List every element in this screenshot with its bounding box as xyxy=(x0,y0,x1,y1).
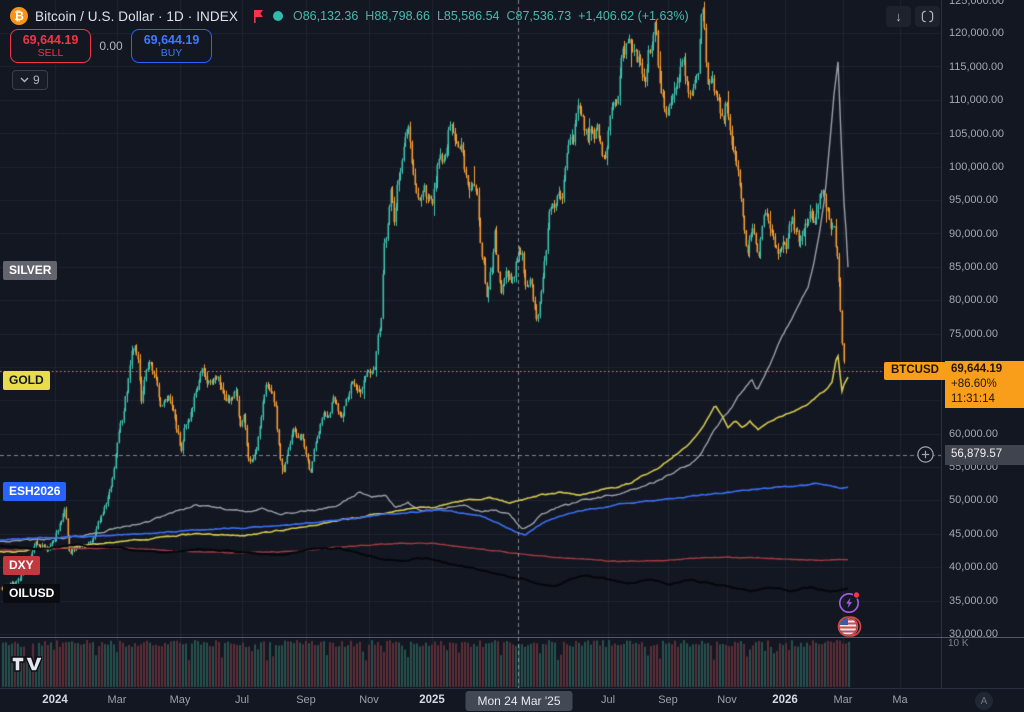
time-tick: Jul xyxy=(601,694,615,706)
crosshair-date-label: Mon 24 Mar '25 xyxy=(466,691,573,711)
price-tick: 90,000.00 xyxy=(949,228,998,240)
price-tick: 50,000.00 xyxy=(949,494,998,506)
chevron-down-icon xyxy=(20,77,29,83)
time-tick: Mar xyxy=(834,694,853,706)
price-tick: 45,000.00 xyxy=(949,528,998,540)
low-label: L xyxy=(437,9,444,23)
main-chart-canvas[interactable] xyxy=(0,0,941,688)
price-tick: 100,000.00 xyxy=(949,161,1004,173)
add-alert-plus-icon[interactable] xyxy=(916,445,935,469)
pane-separator[interactable] xyxy=(0,637,1024,638)
close-value: 87,536.73 xyxy=(516,9,572,23)
sell-label: SELL xyxy=(38,47,64,59)
price-tick: 85,000.00 xyxy=(949,261,998,273)
price-tick: 110,000.00 xyxy=(949,94,1003,106)
time-tick: 2024 xyxy=(42,694,68,706)
series-tag-esh2026[interactable]: ESH2026 xyxy=(3,482,66,501)
volume-scale-label: 10 K xyxy=(948,638,969,649)
symbol-title[interactable]: Bitcoin / U.S. Dollar · 1D · INDEX xyxy=(35,9,238,24)
symbol-header: ₿ Bitcoin / U.S. Dollar · 1D · INDEX O86… xyxy=(10,5,689,27)
price-axis-border xyxy=(941,0,942,688)
time-tick: Mar xyxy=(108,694,127,706)
time-tick: Nov xyxy=(717,694,737,706)
time-tick: Jul xyxy=(235,694,249,706)
fullscreen-icon xyxy=(921,10,934,23)
indicators-collapse-button[interactable]: 9 xyxy=(12,70,48,90)
time-tick: Nov xyxy=(359,694,379,706)
time-tick: 2026 xyxy=(772,694,798,706)
price-tick: 80,000.00 xyxy=(949,294,998,306)
price-tick: 95,000.00 xyxy=(949,194,998,206)
tradingview-logo[interactable] xyxy=(10,653,42,680)
series-tag-oilusd[interactable]: OILUSD xyxy=(3,584,60,603)
buy-label: BUY xyxy=(161,47,183,59)
time-tick: May xyxy=(170,694,191,706)
sell-button[interactable]: 69,644.19 SELL xyxy=(10,29,91,63)
corner-a-button[interactable]: A xyxy=(975,692,993,710)
price-tick: 40,000.00 xyxy=(949,561,998,573)
crosshair-price-label: 56,879.57 xyxy=(945,445,1024,465)
close-label: C xyxy=(507,9,516,23)
last-price-change: +86.60% xyxy=(951,377,1024,392)
price-tick: 115,000.00 xyxy=(949,61,1003,73)
indicator-count: 9 xyxy=(33,73,40,87)
high-label: H xyxy=(365,9,374,23)
series-tag-silver[interactable]: SILVER xyxy=(3,261,57,280)
open-label: O xyxy=(293,9,303,23)
fullscreen-button[interactable] xyxy=(915,6,940,27)
flag-icon[interactable] xyxy=(252,10,265,23)
change-value: +1,406.62 (+1.63%) xyxy=(578,9,689,23)
last-price-box: 69,644.19 +86.60% 11:31:14 xyxy=(945,361,1024,408)
buy-button[interactable]: 69,644.19 BUY xyxy=(131,29,212,63)
bitcoin-logo-icon: ₿ xyxy=(10,7,28,25)
price-tick: 75,000.00 xyxy=(949,328,998,340)
ohlc-readout: O86,132.36 H88,798.66 L85,586.54 C87,536.73… xyxy=(293,9,689,23)
download-button[interactable]: ↓ xyxy=(886,6,911,27)
buy-price: 69,644.19 xyxy=(144,33,200,47)
price-tick: 120,000.00 xyxy=(949,27,1004,39)
time-tick: Sep xyxy=(296,694,316,706)
download-icon: ↓ xyxy=(895,9,902,24)
price-tick: 105,000.00 xyxy=(949,128,1004,140)
trade-panel: 69,644.19 SELL 0.00 69,644.19 BUY xyxy=(10,29,212,63)
low-value: 85,586.54 xyxy=(444,9,500,23)
open-value: 86,132.36 xyxy=(303,9,359,23)
market-status-icon[interactable] xyxy=(273,11,283,21)
time-axis[interactable]: 2024 Mar May Jul Sep Nov 2025 Jul Sep Nov 2026 Mar M… xyxy=(0,688,1024,712)
series-tag-gold[interactable]: GOLD xyxy=(3,371,50,390)
time-tick: Sep xyxy=(658,694,678,706)
price-tick: 60,000.00 xyxy=(949,428,998,440)
bar-countdown: 11:31:14 xyxy=(951,392,1024,407)
tradingview-chart-window: ₿ Bitcoin / U.S. Dollar · 1D · INDEX O86… xyxy=(0,0,1024,712)
symbol-price-tag: BTCUSD xyxy=(884,362,946,380)
high-value: 88,798.66 xyxy=(374,9,430,23)
price-tick: 35,000.00 xyxy=(949,595,998,607)
series-tag-dxy[interactable]: DXY xyxy=(3,556,40,575)
spread-value: 0.00 xyxy=(91,39,131,53)
price-tick: 125,000.00 xyxy=(949,0,1004,7)
sell-price: 69,644.19 xyxy=(23,33,79,47)
quick-trade-lightning-icon[interactable] xyxy=(837,590,862,615)
time-tick: Ma xyxy=(892,694,907,706)
time-tick: 2025 xyxy=(419,694,445,706)
us-flag-market-icon[interactable] xyxy=(837,614,862,639)
last-price: 69,644.19 xyxy=(951,362,1024,377)
